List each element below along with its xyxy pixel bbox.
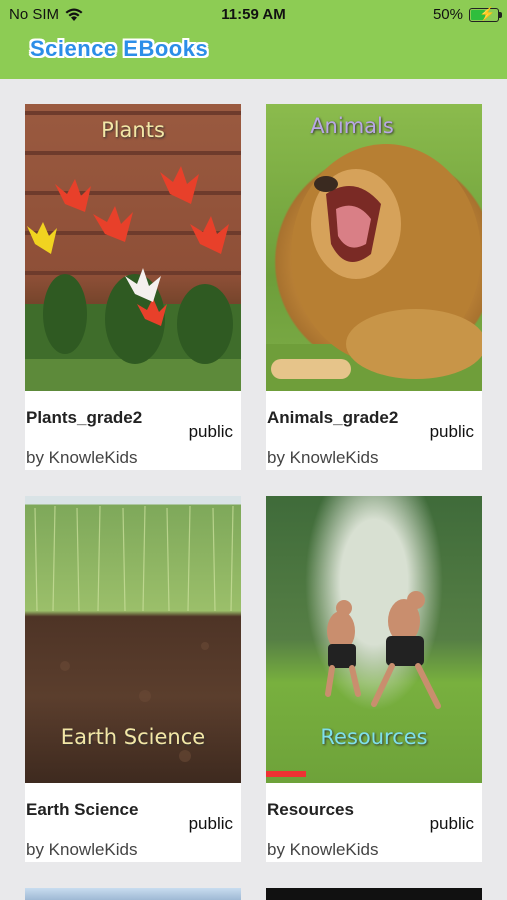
- battery-percent: 50%: [432, 6, 463, 23]
- book-author: by KnowleKids: [267, 840, 379, 859]
- book-cover[interactable]: Resources: [266, 496, 482, 783]
- book-card-earth-science[interactable]: Earth Science Earth Science public by Kn…: [25, 496, 241, 862]
- book-card-partial[interactable]: [25, 888, 241, 900]
- book-author: by KnowleKids: [26, 840, 138, 859]
- status-bar: No SIM 11:59 AM 50% ⚡: [0, 6, 507, 24]
- book-title: Plants_grade2: [26, 408, 143, 427]
- book-author: by KnowleKids: [26, 448, 138, 467]
- book-cover[interactable]: Earth Science: [25, 496, 241, 783]
- lion-illustration: [266, 144, 482, 391]
- app-title: Science EBooks: [30, 36, 209, 61]
- visibility-label: public: [429, 422, 474, 441]
- cover-label: Resources: [320, 725, 428, 749]
- book-title: Earth Science: [26, 800, 139, 819]
- battery-icon: ⚡: [469, 6, 502, 22]
- book-card-animals[interactable]: Animals Animals_grade2 public by KnowleK…: [266, 104, 482, 470]
- cover-label: Animals: [310, 114, 394, 138]
- flowers-illustration: [25, 166, 241, 391]
- battery-group: 50% ⚡: [432, 6, 502, 23]
- book-card-resources[interactable]: Resources Resources public by KnowleKids: [266, 496, 482, 862]
- book-title: Animals_grade2: [267, 408, 399, 427]
- book-title: Resources: [267, 800, 354, 819]
- book-cover[interactable]: Plants: [25, 104, 241, 391]
- cover-label: Earth Science: [60, 725, 206, 749]
- book-author: by KnowleKids: [267, 448, 379, 467]
- app-header: No SIM 11:59 AM 50% ⚡ Science EBooks: [0, 0, 507, 79]
- cover-label: Plants: [101, 118, 165, 142]
- book-card-partial[interactable]: [266, 888, 482, 900]
- visibility-label: public: [188, 422, 233, 441]
- visibility-label: public: [429, 814, 474, 833]
- book-cover[interactable]: Animals: [266, 104, 482, 391]
- clock: 11:59 AM: [221, 6, 286, 23]
- visibility-label: public: [188, 814, 233, 833]
- book-card-plants[interactable]: Plants Plants_grade2 public by KnowleKid…: [25, 104, 241, 470]
